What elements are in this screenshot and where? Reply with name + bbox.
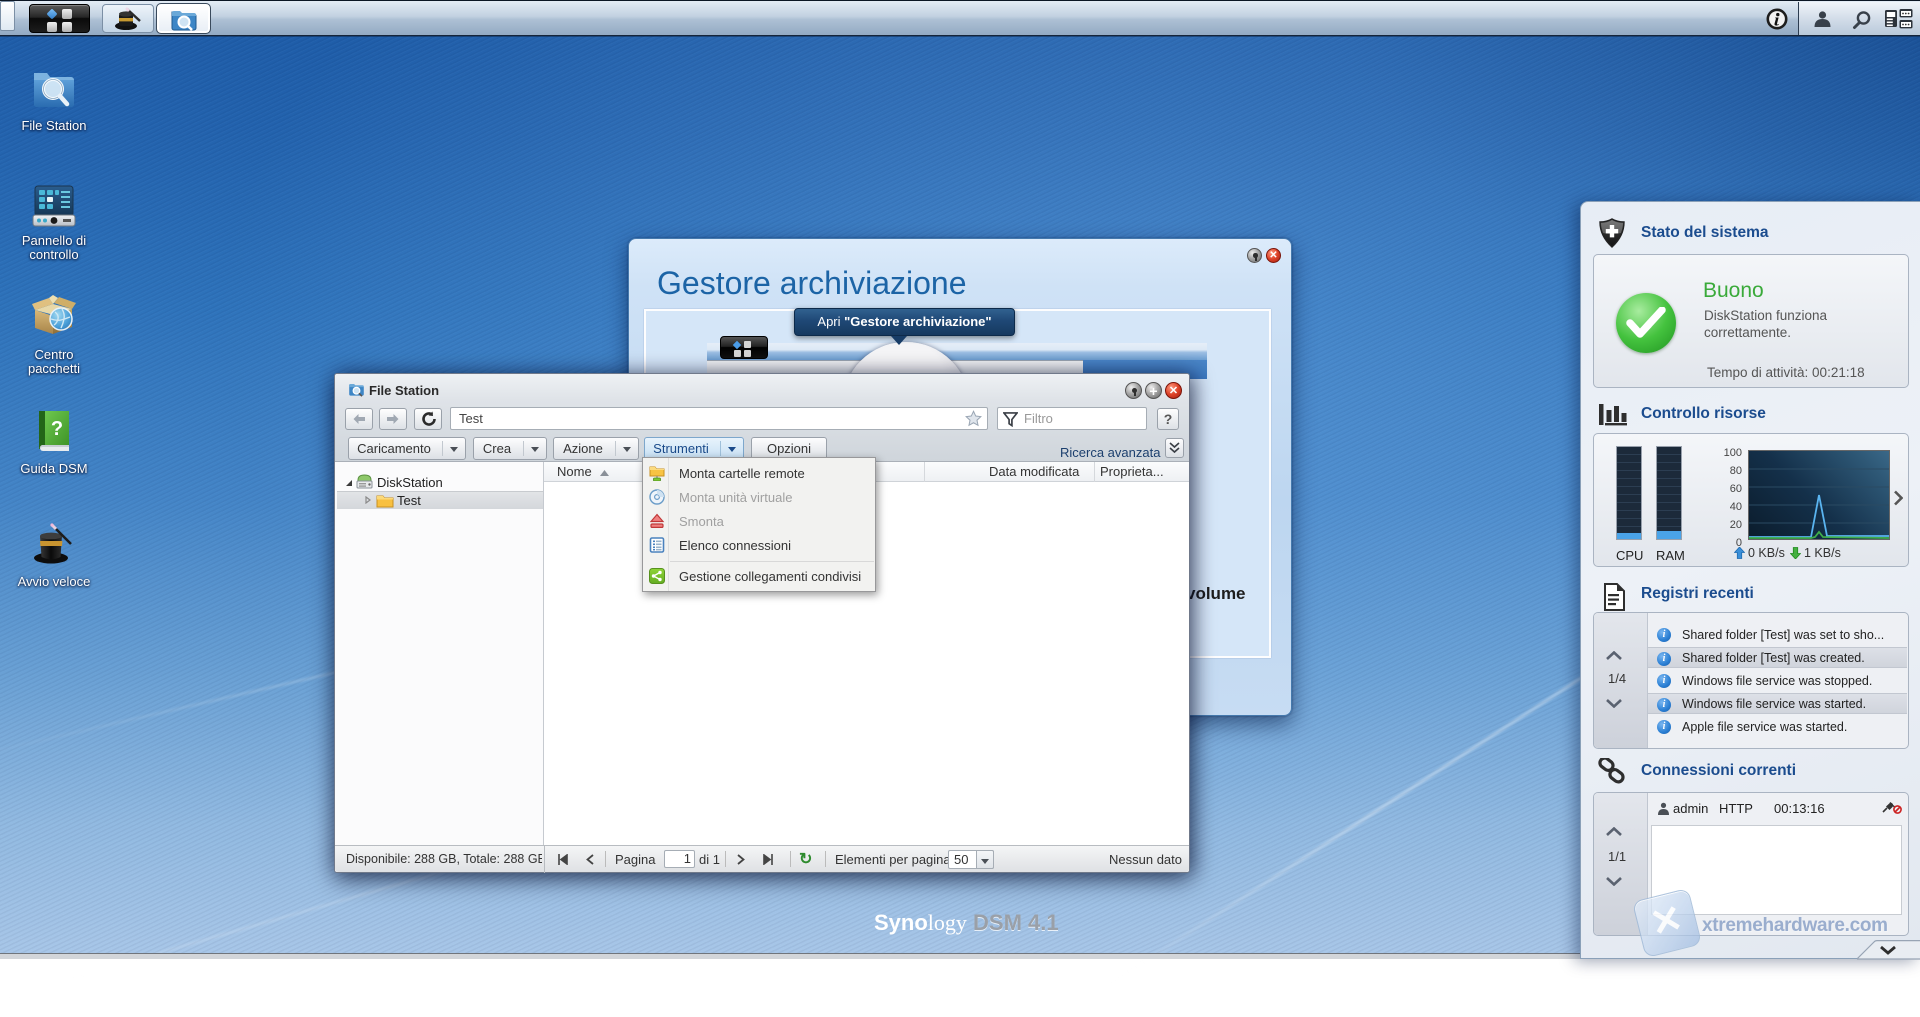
svg-text:?: ?	[51, 418, 63, 440]
